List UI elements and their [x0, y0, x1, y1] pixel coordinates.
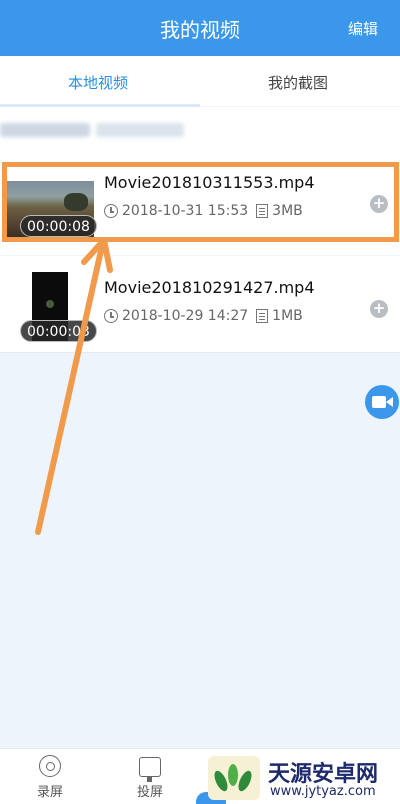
duration-badge: 00:00:08: [20, 215, 97, 237]
watermark-logo: [208, 756, 260, 800]
video-filename: Movie201810311553.mp4: [104, 173, 315, 192]
record-icon: [39, 755, 61, 777]
file-size-icon: [256, 309, 269, 323]
nav-cast-label: 投屏: [136, 785, 163, 800]
blurred-banner: [0, 107, 400, 155]
leaf-icon: [235, 768, 255, 794]
nav-cast[interactable]: 投屏: [125, 755, 175, 800]
video-meta: 2018-10-29 14:27 1MB: [104, 308, 303, 324]
camera-lens-icon: [386, 397, 393, 407]
duration-badge: 00:00:03: [20, 320, 97, 342]
tab-local-videos[interactable]: 本地视频: [68, 72, 128, 93]
clock-icon: [104, 309, 118, 323]
video-size: 3MB: [272, 203, 303, 219]
thumbnail-scene: [64, 193, 88, 211]
blurred-text: [0, 123, 90, 137]
video-list-item[interactable]: 00:00:08 Movie201810311553.mp4 2018-10-3…: [0, 155, 400, 255]
more-options-icon[interactable]: +: [370, 300, 388, 318]
blurred-text: [96, 123, 184, 137]
file-size-icon: [256, 204, 269, 218]
app-header: 我的视频 编辑: [0, 0, 400, 56]
video-size: 1MB: [272, 308, 303, 324]
thumbnail-scene: [46, 300, 54, 308]
clock-icon: [104, 204, 118, 218]
camera-icon: [372, 396, 386, 408]
edit-button[interactable]: 编辑: [348, 18, 378, 39]
leaf-icon: [228, 764, 238, 786]
cast-icon: [139, 757, 161, 782]
video-filename: Movie201810291427.mp4: [104, 278, 315, 297]
list-divider: [0, 352, 400, 353]
watermark-url: www.jytyaz.com: [270, 784, 376, 799]
watermark: 天源安卓网 www.jytyaz.com: [204, 752, 400, 804]
video-datetime: 2018-10-31 15:53: [122, 203, 249, 219]
video-datetime: 2018-10-29 14:27: [122, 308, 249, 324]
video-list-item[interactable]: 00:00:03 Movie201810291427.mp4 2018-10-2…: [0, 256, 400, 352]
video-meta: 2018-10-31 15:53 3MB: [104, 203, 303, 219]
tab-my-screenshots[interactable]: 我的截图: [268, 72, 328, 93]
tab-bar: 本地视频 我的截图: [0, 56, 400, 106]
page-title: 我的视频: [160, 18, 240, 42]
more-options-icon[interactable]: +: [370, 195, 388, 213]
nav-record[interactable]: 录屏: [25, 755, 75, 800]
record-video-button[interactable]: [365, 385, 399, 419]
nav-record-label: 录屏: [36, 785, 63, 800]
